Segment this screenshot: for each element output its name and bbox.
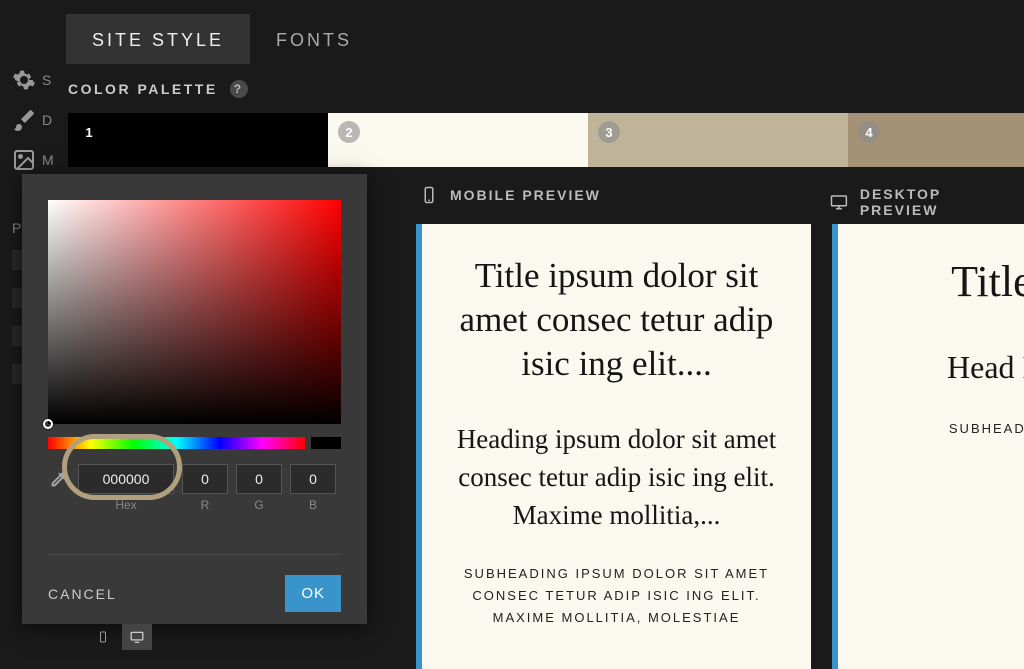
desktop-icon	[129, 630, 145, 644]
r-label: R	[182, 498, 228, 512]
g-label: G	[236, 498, 282, 512]
color-picker-popover: Hex R G B CANCEL OK	[22, 174, 367, 624]
mobile-icon	[420, 186, 438, 204]
gear-icon	[12, 68, 36, 92]
desktop-preview-pane: Title i eli Head Maxim SUBHEAD MOLESTIA	[832, 224, 1024, 669]
desktop-preview-header: DESKTOP PREVIEW	[830, 186, 1024, 218]
swatch-3[interactable]: 3	[588, 113, 848, 167]
rail-label: S	[42, 72, 51, 88]
hex-label: Hex	[78, 498, 174, 512]
desktop-preview-label: DESKTOP PREVIEW	[860, 186, 1024, 218]
rail-label: D	[42, 112, 52, 128]
swatch-num: 3	[598, 121, 620, 143]
swatch-num: 4	[858, 121, 880, 143]
mobile-preview-pane: Title ipsum dolor sit amet consec tetur …	[416, 224, 811, 669]
image-icon	[12, 148, 36, 172]
rail-design[interactable]: D	[0, 100, 54, 140]
cancel-button[interactable]: CANCEL	[48, 586, 117, 602]
tabs-bar: SITE STYLE FONTS	[66, 14, 378, 64]
mobile-preview-label: MOBILE PREVIEW	[450, 187, 601, 203]
b-label: B	[290, 498, 336, 512]
divider	[48, 554, 341, 555]
swatch-num: 1	[78, 121, 100, 143]
saturation-value-area[interactable]	[48, 200, 341, 424]
mobile-toggle[interactable]	[88, 624, 118, 650]
preview-title: Title i eli	[870, 254, 1024, 309]
brush-icon	[12, 108, 36, 132]
swatch-num: 2	[338, 121, 360, 143]
tab-site-style[interactable]: SITE STYLE	[66, 14, 250, 64]
swatch-2[interactable]: 2	[328, 113, 588, 167]
desktop-toggle[interactable]	[122, 624, 152, 650]
swatch-1[interactable]: 1	[68, 113, 328, 167]
g-input[interactable]	[236, 464, 282, 494]
r-input[interactable]	[182, 464, 228, 494]
b-input[interactable]	[290, 464, 336, 494]
hex-input[interactable]	[78, 464, 174, 494]
desktop-icon	[830, 193, 848, 211]
palette-label-text: COLOR PALETTE	[68, 81, 218, 97]
preview-heading: Heading ipsum dolor sit amet consec tetu…	[454, 421, 779, 534]
device-toggle	[88, 624, 152, 650]
tab-fonts[interactable]: FONTS	[250, 14, 378, 64]
mobile-icon	[97, 629, 109, 645]
rail-settings[interactable]: S	[0, 60, 54, 100]
swatch-4[interactable]: 4	[848, 113, 1024, 167]
hue-black-swatch[interactable]	[311, 437, 341, 449]
eyedropper-icon[interactable]	[48, 468, 70, 490]
help-icon[interactable]: ?	[230, 80, 248, 98]
preview-subheading: SUBHEADING IPSUM DOLOR SIT AMET CONSEC T…	[454, 563, 779, 629]
swatches-row: 1 2 3 4	[68, 113, 1024, 167]
sv-cursor[interactable]	[43, 419, 53, 429]
ok-button[interactable]: OK	[285, 575, 341, 612]
mobile-preview-header: MOBILE PREVIEW	[420, 186, 601, 204]
preview-subheading: SUBHEAD MOLESTIA	[870, 418, 1024, 440]
preview-heading: Head Maxim	[870, 345, 1024, 390]
palette-label: COLOR PALETTE ?	[68, 80, 248, 98]
rail-label: M	[42, 152, 54, 168]
hue-slider[interactable]	[48, 437, 305, 449]
preview-title: Title ipsum dolor sit amet consec tetur …	[454, 254, 779, 385]
palette-section: COLOR PALETTE ? 1 2 3 4	[68, 80, 1024, 167]
